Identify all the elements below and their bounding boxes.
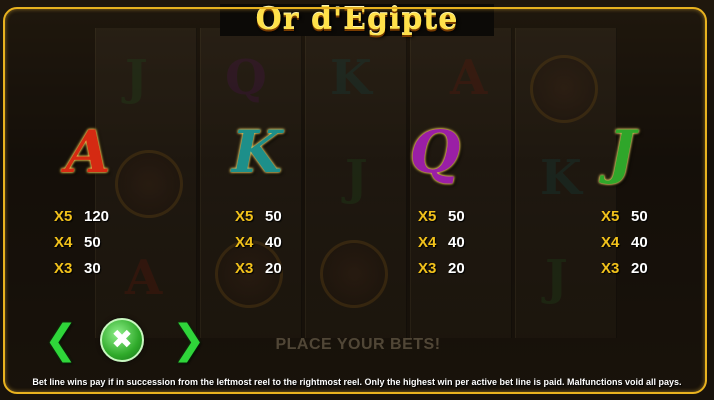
payout-value: 40	[448, 234, 465, 251]
close-paytable-button[interactable]: ✖	[100, 318, 144, 362]
payout-row: X3 30	[54, 260, 174, 286]
symbol-k-icon: K	[231, 118, 283, 186]
payout-multiplier: X3	[601, 260, 620, 277]
payout-value: 50	[448, 208, 465, 225]
payout-row: X5 120	[54, 208, 174, 234]
rules-footer-text: Bet line wins pay if in succession from …	[32, 377, 682, 387]
symbol-a-icon: A	[65, 118, 111, 186]
payout-multiplier: X4	[235, 234, 254, 251]
payout-value: 20	[265, 260, 282, 277]
chevron-left-icon: ❮	[44, 317, 78, 363]
payout-row: X5 50	[601, 208, 714, 234]
payout-multiplier: X5	[418, 208, 437, 225]
payout-row: X5 50	[418, 208, 538, 234]
payout-multiplier: X4	[418, 234, 437, 251]
payout-multiplier: X4	[601, 234, 620, 251]
payout-list-q: X5 50 X4 40 X3 20	[418, 208, 538, 286]
symbol-j-icon: J	[608, 118, 636, 186]
payout-multiplier: X3	[418, 260, 437, 277]
payout-list-j: X5 50 X4 40 X3 20	[601, 208, 714, 286]
close-x-icon: ✖	[111, 325, 133, 355]
prev-page-button[interactable]: ❮	[44, 318, 78, 362]
payout-multiplier: X4	[54, 234, 73, 251]
payout-list-a: X5 120 X4 50 X3 30	[54, 208, 174, 286]
payout-value: 40	[265, 234, 282, 251]
payout-multiplier: X3	[235, 260, 254, 277]
payout-list-k: X5 50 X4 40 X3 20	[235, 208, 355, 286]
payout-row: X4 50	[54, 234, 174, 260]
payout-value: 30	[84, 260, 101, 277]
payout-value: 20	[631, 260, 648, 277]
symbol-q-icon: Q	[409, 118, 461, 186]
place-bets-text: PLACE YOUR BETS!	[275, 336, 441, 353]
payout-row: X3 20	[235, 260, 355, 286]
payout-row: X4 40	[418, 234, 538, 260]
next-page-button[interactable]: ❯	[172, 318, 206, 362]
payout-row: X3 20	[601, 260, 714, 286]
payout-multiplier: X5	[601, 208, 620, 225]
payout-multiplier: X5	[235, 208, 254, 225]
payout-value: 120	[84, 208, 110, 225]
payout-row: X4 40	[601, 234, 714, 260]
payout-row: X5 50	[235, 208, 355, 234]
payout-value: 40	[631, 234, 648, 251]
payout-multiplier: X5	[54, 208, 73, 225]
payout-value: 50	[631, 208, 648, 225]
chevron-right-icon: ❯	[172, 317, 206, 363]
payout-multiplier: X3	[54, 260, 73, 277]
payout-value: 50	[265, 208, 282, 225]
payout-row: X3 20	[418, 260, 538, 286]
payout-value: 50	[84, 234, 101, 251]
payout-row: X4 40	[235, 234, 355, 260]
payout-value: 20	[448, 260, 465, 277]
